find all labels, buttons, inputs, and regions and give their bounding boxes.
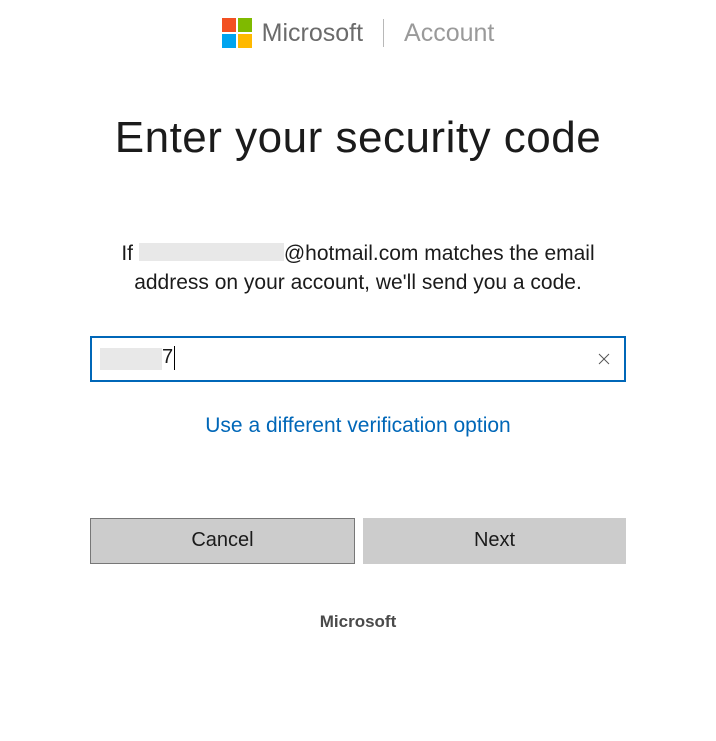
button-row: Cancel Next: [90, 518, 626, 564]
page-title: Enter your security code: [90, 113, 626, 163]
footer-brand: Microsoft: [90, 612, 626, 632]
different-verification-link[interactable]: Use a different verification option: [205, 414, 510, 438]
close-icon: [598, 353, 610, 365]
code-input-container: 7: [90, 336, 626, 382]
redacted-email-user: [139, 243, 284, 261]
clear-input-button[interactable]: [596, 351, 612, 367]
cancel-button[interactable]: Cancel: [90, 518, 355, 564]
instruction-email-domain: @hotmail.com: [284, 242, 419, 265]
instruction-text: If @hotmail.com matches the email addres…: [90, 239, 626, 298]
header-divider: [383, 19, 384, 47]
section-label: Account: [404, 19, 494, 48]
main-content: Enter your security code If @hotmail.com…: [90, 113, 626, 632]
brand-label: Microsoft: [262, 19, 363, 48]
header: Microsoft Account: [0, 0, 716, 58]
instruction-prefix: If: [121, 242, 139, 265]
next-button[interactable]: Next: [363, 518, 626, 564]
microsoft-logo-icon: [222, 18, 252, 48]
security-code-input[interactable]: [90, 336, 626, 382]
